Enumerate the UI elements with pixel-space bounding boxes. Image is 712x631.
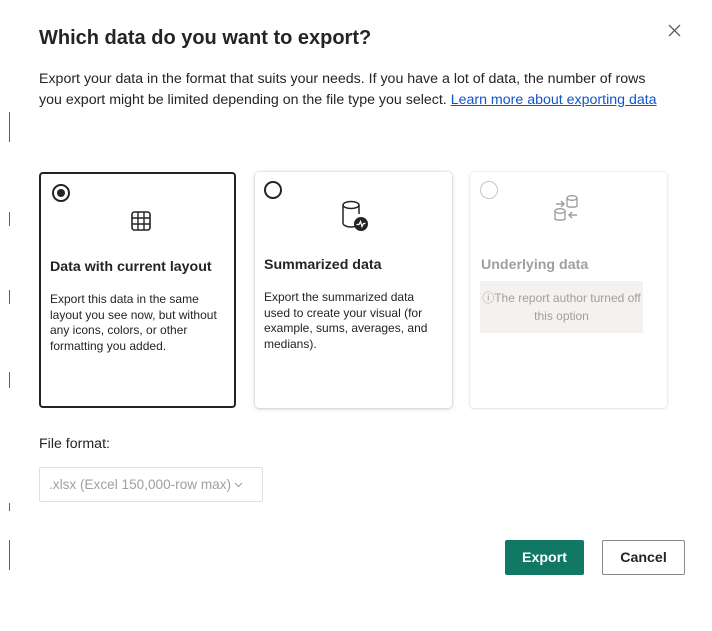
close-button[interactable]	[662, 18, 686, 42]
database-transfer-icon	[554, 195, 578, 221]
dialog-description: Export your data in the format that suit…	[39, 69, 664, 111]
radio-underlying-data	[480, 181, 498, 199]
option-underlying-data: Underlying data ⓘThe report author turne…	[470, 172, 667, 408]
database-chart-icon	[342, 200, 368, 231]
radio-summarized-data[interactable]	[264, 181, 282, 199]
option-current-layout[interactable]: Data with current layout Export this dat…	[39, 172, 236, 408]
option-description: Export this data in the same layout you …	[50, 292, 217, 353]
disabled-note: ⓘThe report author turned off this optio…	[480, 281, 643, 333]
export-button[interactable]: Export	[505, 540, 584, 575]
close-icon	[668, 24, 680, 36]
learn-more-link[interactable]: Learn more about exporting data	[451, 92, 657, 108]
option-title: Summarized data	[264, 257, 382, 273]
file-format-value: .xlsx (Excel 150,000-row max)	[49, 477, 232, 492]
cancel-button[interactable]: Cancel	[602, 540, 685, 575]
background-edge	[0, 0, 14, 631]
option-title: Underlying data	[481, 257, 589, 273]
option-title: Data with current layout	[50, 259, 212, 275]
file-format-select[interactable]: .xlsx (Excel 150,000-row max)	[39, 467, 263, 502]
chevron-down-icon	[234, 482, 243, 487]
radio-current-layout[interactable]	[52, 184, 70, 202]
table-grid-icon	[131, 211, 151, 231]
option-description: Export the summarized data used to creat…	[264, 290, 428, 351]
dialog-title: Which data do you want to export?	[39, 27, 372, 49]
file-format-label: File format:	[39, 436, 110, 452]
option-summarized-data[interactable]: Summarized data Export the summarized da…	[255, 172, 452, 408]
export-data-dialog: Which data do you want to export? Export…	[14, 0, 712, 631]
